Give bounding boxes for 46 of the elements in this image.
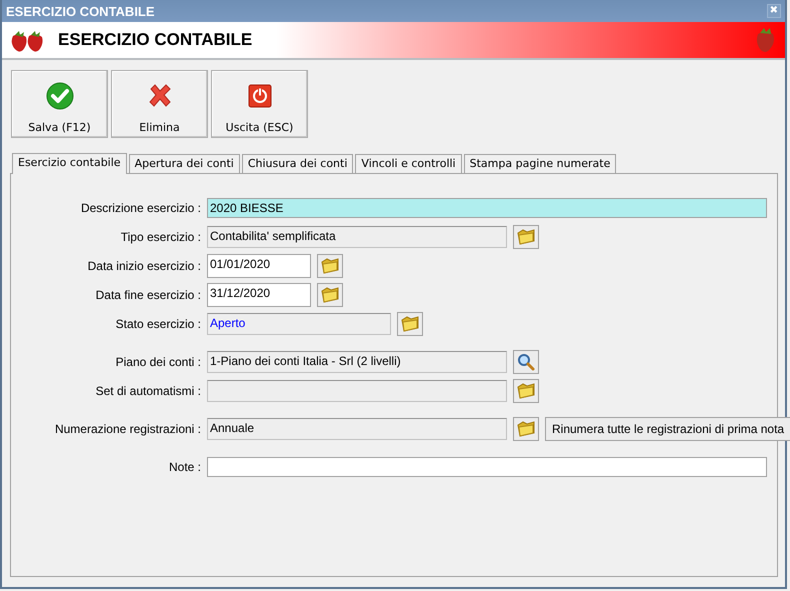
field-label: Note :: [168, 460, 201, 474]
folder-icon: [400, 314, 420, 334]
strawberry-icon: [755, 26, 777, 54]
field-label: Data inizio esercizio :: [86, 259, 201, 273]
check-icon: [46, 82, 74, 110]
field-label: Descrizione esercizio :: [80, 201, 201, 215]
browse-button[interactable]: [317, 254, 343, 278]
toolbar-button[interactable]: Salva (F12): [11, 70, 108, 138]
browse-button[interactable]: [513, 225, 539, 249]
input-field[interactable]: 31/12/2020: [207, 283, 311, 307]
browse-button[interactable]: [397, 312, 423, 336]
input-field[interactable]: 1-Piano dei conti Italia - Srl (2 livelli): [207, 351, 507, 373]
field-label: Tipo esercizio :: [120, 230, 201, 244]
tab[interactable]: Vincoli e controlli: [355, 154, 462, 173]
folder-icon: [516, 419, 536, 439]
input-field[interactable]: Annuale: [207, 418, 507, 440]
toolbar-button[interactable]: Uscita (ESC): [211, 70, 308, 138]
search-button[interactable]: [513, 350, 539, 374]
folder-icon: [320, 256, 340, 276]
browse-button[interactable]: [513, 379, 539, 403]
tab[interactable]: Stampa pagine numerate: [464, 154, 616, 173]
header-title: ESERCIZIO CONTABILE: [58, 30, 254, 50]
folder-icon: [320, 285, 340, 305]
field-label: Piano dei conti :: [114, 355, 201, 369]
tab[interactable]: Apertura dei conti: [128, 154, 240, 173]
folder-icon: [516, 227, 536, 247]
field-label: Set di automatismi :: [94, 384, 201, 398]
browse-button[interactable]: [513, 417, 539, 441]
window-title: ESERCIZIO CONTABILE: [6, 4, 155, 18]
power-icon: [246, 82, 274, 110]
input-field[interactable]: 2020 BIESSE: [207, 198, 767, 218]
browse-button[interactable]: [317, 283, 343, 307]
search-icon: [516, 352, 536, 372]
tab[interactable]: Esercizio contabile: [12, 153, 127, 174]
tab[interactable]: Chiusura dei conti: [242, 154, 354, 173]
field-label: Data fine esercizio :: [94, 288, 201, 302]
input-field[interactable]: Contabilita' semplificata: [207, 226, 507, 248]
input-field[interactable]: 01/01/2020: [207, 254, 311, 278]
input-field[interactable]: [207, 380, 507, 402]
field-label: Numerazione registrazioni :: [54, 422, 201, 436]
renumber-button[interactable]: Rinumera tutte le registrazioni di prima nota: [545, 417, 790, 441]
input-field[interactable]: [207, 457, 767, 477]
toolbar-button[interactable]: Elimina: [111, 70, 208, 138]
input-field[interactable]: Aperto: [207, 313, 391, 335]
field-label: Stato esercizio :: [114, 317, 201, 331]
folder-icon: [516, 381, 536, 401]
